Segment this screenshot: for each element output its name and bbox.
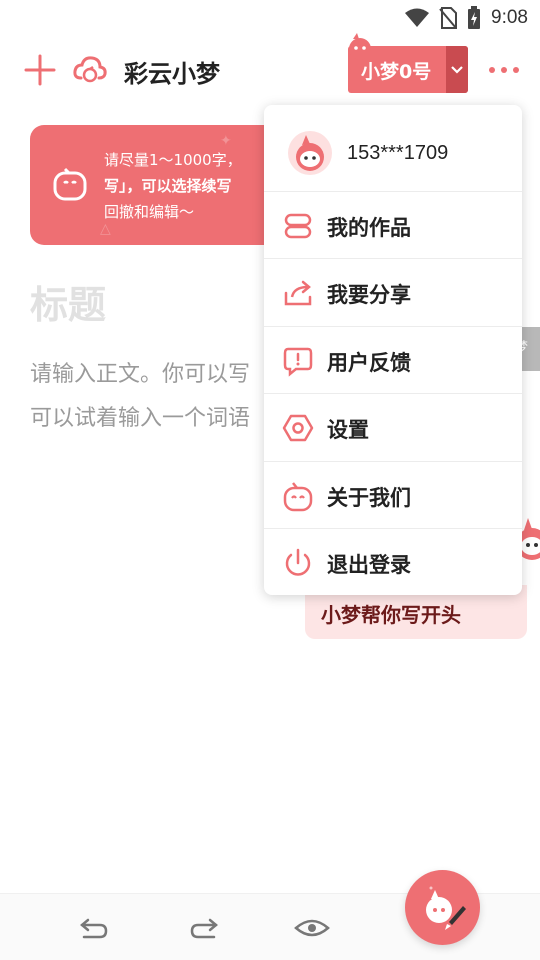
chevron-down-icon[interactable] (446, 46, 468, 93)
more-icon[interactable] (486, 58, 522, 82)
app-title: 彩云小梦 (124, 60, 220, 88)
account-menu: 153***1709 我的作品 我要分享 用户反馈 设置 关于我们 退出登录 (264, 105, 522, 595)
settings-icon (282, 414, 314, 442)
logout-icon (285, 548, 311, 576)
status-time: 9:08 (491, 7, 528, 28)
menu-item-about[interactable]: 关于我们 (264, 462, 522, 529)
status-bar: 9:08 (0, 0, 540, 36)
menu-item-label: 设置 (327, 418, 369, 443)
mascot-icon (349, 33, 371, 60)
tip-card: ✦ △ 请尽量1～1000字， 写」，可以选择续写 回撤和编辑～ (30, 125, 290, 245)
body-input[interactable]: 请输入正文。你可以写 可以试着输入一个词语 (30, 353, 270, 441)
menu-item-label: 我的作品 (327, 216, 411, 240)
user-phone: 153***1709 (347, 142, 449, 164)
menu-item-logout[interactable]: 退出登录 (264, 529, 522, 595)
preview-eye-icon[interactable] (294, 910, 330, 946)
menu-item-label: 我要分享 (327, 283, 411, 308)
about-icon (283, 481, 313, 511)
menu-item-label: 用户反馈 (327, 350, 411, 375)
redo-icon[interactable] (186, 910, 222, 946)
tip-text: 请尽量1～1000字， 写」，可以选择续写 回撤和编辑～ (104, 151, 242, 221)
battery-charging-icon (468, 6, 481, 29)
add-icon[interactable] (22, 52, 58, 88)
menu-item-share[interactable]: 我要分享 (264, 259, 522, 327)
menu-item-settings[interactable]: 设置 (264, 394, 522, 462)
status-icons: 9:08 (405, 6, 528, 30)
avatar (288, 131, 332, 175)
suggest-opening-label: 小梦帮你写开头 (321, 603, 461, 627)
mascot-brush-icon (426, 886, 466, 930)
title-input[interactable]: 标题 (30, 274, 106, 329)
no-sim-icon (439, 7, 458, 29)
share-icon (284, 281, 312, 306)
feedback-icon (283, 347, 313, 377)
bot-icon (53, 167, 87, 201)
cloud-sync-icon[interactable] (72, 52, 108, 88)
menu-user-header[interactable]: 153***1709 (264, 105, 522, 192)
ai-write-button[interactable] (405, 870, 480, 945)
menu-item-label: 退出登录 (327, 552, 411, 577)
wifi-icon (405, 8, 430, 27)
menu-item-feedback[interactable]: 用户反馈 (264, 327, 522, 395)
model-select-value: 小梦0号 (361, 61, 432, 83)
undo-icon[interactable] (76, 910, 112, 946)
works-icon (284, 213, 312, 239)
top-bar: 彩云小梦 小梦0号 (0, 33, 540, 100)
menu-item-label: 关于我们 (327, 485, 411, 510)
menu-item-works[interactable]: 我的作品 (264, 192, 522, 260)
